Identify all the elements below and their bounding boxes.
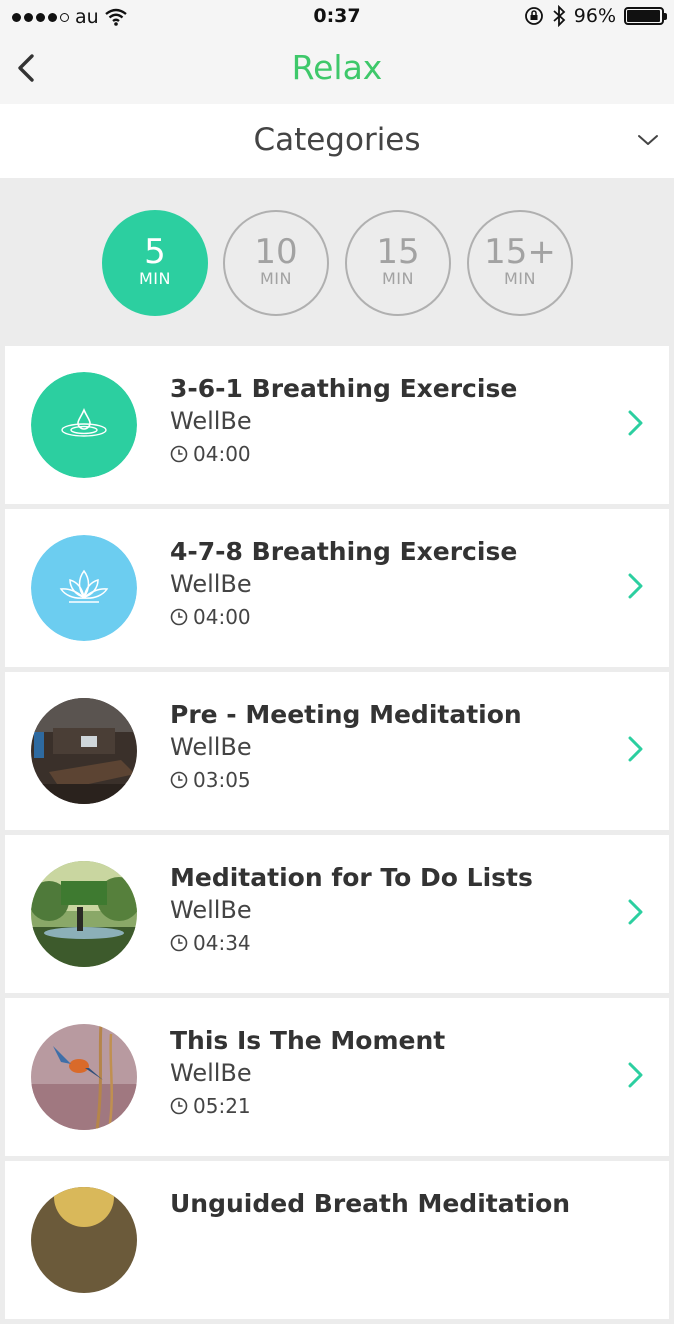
item-author: WellBe [170,733,252,761]
battery-percent: 96% [573,5,616,27]
item-author: WellBe [170,1059,252,1087]
duration-filter: 5 MIN 10 MIN 15 MIN 15+ MIN [0,178,674,344]
item-title: 4-7-8 Breathing Exercise [170,537,518,566]
clock-icon [170,1097,188,1115]
list-item[interactable]: Pre - Meeting Meditation WellBe 03:05 [5,672,669,830]
battery-icon [624,7,667,25]
list-item[interactable]: Unguided Breath Meditation [5,1161,669,1319]
duration-option-5[interactable]: 5 MIN [102,210,208,316]
item-author: WellBe [170,896,252,924]
item-duration: 04:00 [193,605,251,629]
duration-option-15[interactable]: 15 MIN [345,210,451,316]
clock-icon [170,608,188,626]
item-duration: 05:21 [193,1094,251,1118]
status-bar: au 0:37 96% [0,0,674,34]
list-item[interactable]: 4-7-8 Breathing Exercise WellBe 04:00 [5,509,669,667]
lotus-icon [31,535,137,641]
item-duration: 03:05 [193,768,251,792]
chevron-right-icon [628,573,643,599]
chevron-right-icon [628,736,643,762]
categories-dropdown[interactable]: Categories [0,104,674,178]
forest-photo [31,861,137,967]
nav-bar: Relax [0,34,674,104]
photo [31,1187,137,1293]
item-title: Pre - Meeting Meditation [170,700,522,729]
bluetooth-icon [553,5,566,27]
chevron-right-icon [628,410,643,436]
item-title: This Is The Moment [170,1026,446,1055]
water-drop-icon [31,372,137,478]
duration-option-10[interactable]: 10 MIN [223,210,329,316]
clock-icon [170,771,188,789]
bird-photo [31,1024,137,1130]
categories-label: Categories [253,122,421,158]
chevron-right-icon [628,1062,643,1088]
item-title: Unguided Breath Meditation [170,1189,571,1218]
item-title: 3-6-1 Breathing Exercise [170,374,518,403]
list-item[interactable]: This Is The Moment WellBe 05:21 [5,998,669,1156]
page-title: Relax [291,48,383,87]
duration-option-15-plus[interactable]: 15+ MIN [467,210,573,316]
session-list: 3-6-1 Breathing Exercise WellBe 04:00 4-… [5,346,669,1324]
clock-icon [170,445,188,463]
meeting-room-photo [31,698,137,804]
list-item[interactable]: 3-6-1 Breathing Exercise WellBe 04:00 [5,346,669,504]
item-duration: 04:00 [193,442,251,466]
item-duration: 04:34 [193,931,251,955]
chevron-right-icon [628,899,643,925]
chevron-down-icon [638,135,658,145]
item-author: WellBe [170,570,252,598]
rotation-lock-icon [524,7,543,25]
item-title: Meditation for To Do Lists [170,863,533,892]
item-author: WellBe [170,407,252,435]
clock-icon [170,934,188,952]
list-item[interactable]: Meditation for To Do Lists WellBe 04:34 [5,835,669,993]
